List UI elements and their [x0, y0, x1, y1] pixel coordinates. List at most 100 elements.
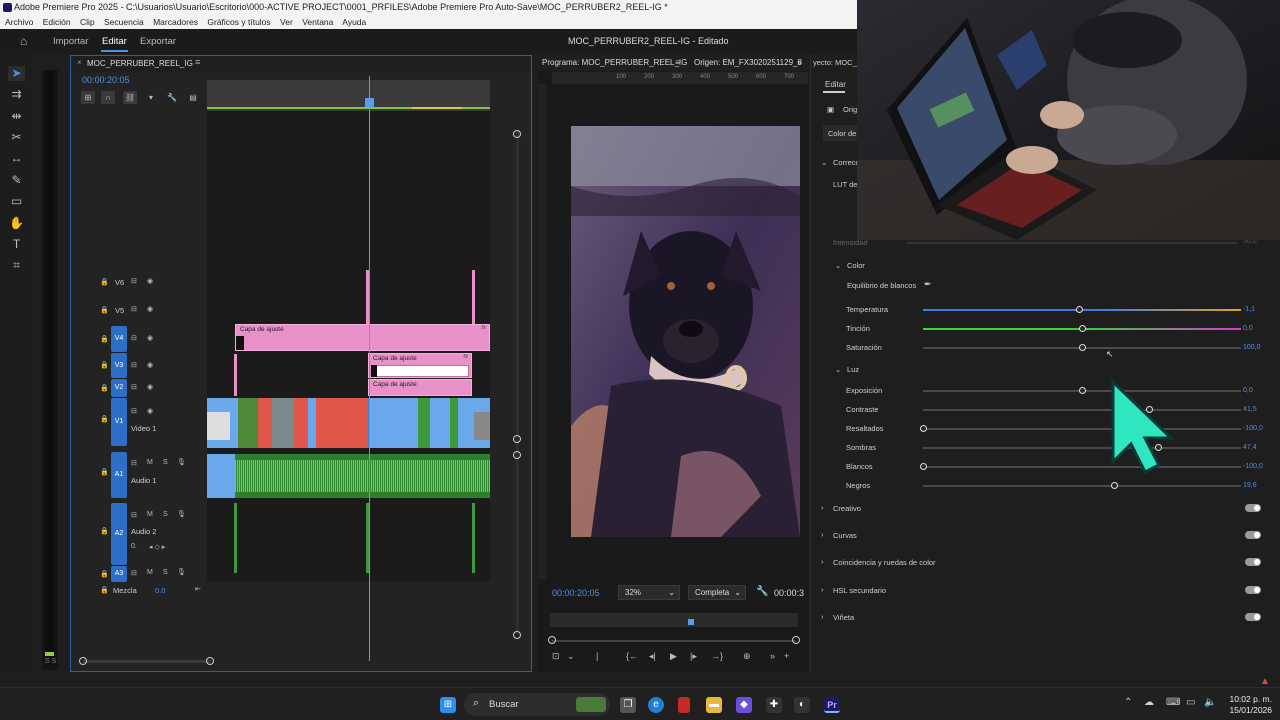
- lock-icon[interactable]: 🔒: [100, 306, 109, 314]
- hand-tool-icon[interactable]: ✋: [8, 216, 25, 231]
- video-clip[interactable]: [458, 398, 474, 448]
- video-clip[interactable]: [368, 398, 418, 448]
- slider-value[interactable]: 100,0: [1243, 344, 1261, 351]
- scroll-handle-mid2[interactable]: [513, 451, 521, 459]
- captions-tool-icon[interactable]: ⌗: [8, 258, 25, 273]
- slider-value[interactable]: 0,0: [1243, 325, 1253, 332]
- wrench-icon[interactable]: 🔧: [165, 91, 179, 104]
- premiere-taskbar-icon[interactable]: Pr: [824, 697, 840, 713]
- section-vineta[interactable]: Viñeta: [833, 613, 854, 622]
- slider-value[interactable]: 47,4: [1243, 444, 1257, 451]
- lock-icon[interactable]: 🔒: [100, 570, 109, 578]
- taskbar-search[interactable]: ⌕ Buscar: [464, 693, 610, 716]
- menu-edicion[interactable]: Edición: [43, 17, 71, 27]
- taskbar-clock[interactable]: 10:02 p. m. 15/01/2026: [1229, 694, 1272, 716]
- audio-clip-a1[interactable]: [235, 454, 490, 498]
- slider-value[interactable]: -100,0: [1243, 463, 1263, 470]
- step-back-icon[interactable]: ◂|: [649, 651, 656, 662]
- tab-importar[interactable]: Importar: [53, 36, 88, 47]
- captions-icon[interactable]: ▤: [186, 91, 200, 104]
- video-clip[interactable]: [258, 398, 272, 448]
- gaming-app-icon[interactable]: ◆: [736, 697, 752, 713]
- selection-tool-icon[interactable]: ➤: [8, 66, 25, 81]
- slider-track[interactable]: [923, 485, 1241, 487]
- menu-ventana[interactable]: Ventana: [302, 17, 333, 27]
- mute-button[interactable]: M: [147, 511, 153, 518]
- light-subsection[interactable]: Luz: [847, 365, 859, 374]
- zoom-handle-right[interactable]: [792, 636, 800, 644]
- video-clip[interactable]: [450, 398, 458, 448]
- section-toggle[interactable]: [1245, 504, 1261, 512]
- go-to-in-icon[interactable]: {←: [626, 651, 638, 661]
- chevron-down-icon[interactable]: ⌄: [835, 365, 841, 374]
- sync-lock-icon[interactable]: ⊟: [131, 334, 137, 342]
- lock-icon[interactable]: 🔒: [100, 361, 109, 369]
- panel-menu-icon[interactable]: ≡: [195, 57, 200, 67]
- program-timecode[interactable]: 00:00:20:05: [552, 588, 600, 598]
- eye-icon[interactable]: ◉: [147, 361, 153, 369]
- section-toggle[interactable]: [1245, 586, 1261, 594]
- eye-icon[interactable]: ◉: [147, 383, 153, 391]
- clip-marker-v2[interactable]: [234, 354, 237, 396]
- eye-icon[interactable]: ◉: [147, 334, 153, 342]
- tab-programa[interactable]: Programa: MOC_PERRUBER_REEL_IG: [542, 58, 687, 67]
- sequence-tab[interactable]: MOC_PERRUBER_REEL_IG: [87, 59, 193, 68]
- sync-lock-icon[interactable]: ⊟: [131, 459, 137, 467]
- menu-marcadores[interactable]: Marcadores: [153, 17, 198, 27]
- video-clip[interactable]: [294, 398, 308, 448]
- horizontal-scrollbar[interactable]: [83, 660, 211, 663]
- track-target-v3[interactable]: V3: [111, 353, 127, 378]
- add-marker-icon[interactable]: ▾: [144, 91, 158, 104]
- playhead-handle[interactable]: [365, 98, 374, 107]
- menu-archivo[interactable]: Archivo: [5, 17, 33, 27]
- sync-lock-icon[interactable]: ⊟: [131, 361, 137, 369]
- chevron-right-icon[interactable]: ›: [821, 585, 824, 594]
- panel-menu-icon[interactable]: ≡: [675, 58, 680, 67]
- zoom-dropdown[interactable]: 32% ⌄: [618, 585, 680, 600]
- close-icon[interactable]: ×: [77, 58, 82, 67]
- playhead[interactable]: [369, 76, 370, 661]
- mix-value[interactable]: 0.0: [155, 586, 165, 595]
- slider-knob[interactable]: [1079, 325, 1086, 332]
- export-frame-icon[interactable]: ⊕: [743, 651, 751, 662]
- tab-editar[interactable]: Editar: [102, 36, 127, 47]
- volume-icon[interactable]: 🔈: [1204, 697, 1216, 708]
- section-creativo[interactable]: Creativo: [833, 504, 861, 513]
- video-clip[interactable]: [272, 398, 294, 448]
- sync-lock-icon[interactable]: ⊟: [131, 511, 137, 519]
- vertical-scrollbar[interactable]: [516, 131, 519, 631]
- video-clip[interactable]: [418, 398, 430, 448]
- video-clip[interactable]: [238, 398, 258, 448]
- more-controls-icon[interactable]: »: [770, 651, 775, 661]
- slider-knob[interactable]: [920, 425, 927, 432]
- chevron-right-icon[interactable]: ›: [821, 612, 824, 621]
- slider-knob[interactable]: [1110, 482, 1118, 489]
- wrench-icon[interactable]: 🔧: [756, 586, 768, 597]
- menu-clip[interactable]: Clip: [80, 17, 95, 27]
- menu-secuencia[interactable]: Secuencia: [104, 17, 144, 27]
- lock-icon[interactable]: 🔒: [100, 527, 109, 535]
- program-zoom-bar[interactable]: [552, 640, 796, 642]
- zoom-handle-right[interactable]: [206, 657, 214, 665]
- slider-value[interactable]: -1,1: [1243, 306, 1255, 313]
- volume-knob-icon[interactable]: 0.: [131, 543, 137, 550]
- video-track-v1-clips[interactable]: [207, 398, 490, 448]
- quality-dropdown[interactable]: Completa ⌄: [688, 585, 746, 600]
- track-target-v1[interactable]: V1: [111, 398, 127, 446]
- adjustment-clip-v3[interactable]: Capa de ajuste fx: [368, 353, 472, 378]
- section-curvas[interactable]: Curvas: [833, 531, 857, 540]
- adjustment-clip-v2[interactable]: Capa de ajuste: [368, 379, 472, 396]
- track-target-a3[interactable]: A3: [111, 566, 127, 582]
- basic-correction-section[interactable]: Correcc: [833, 158, 859, 167]
- track-area[interactable]: Capa de ajuste fx Capa de ajuste fx Capa…: [207, 111, 490, 581]
- razor-tool-icon[interactable]: ✂: [8, 130, 25, 145]
- audio-clip-linked[interactable]: [207, 454, 235, 498]
- chevron-right-icon[interactable]: ›: [821, 503, 824, 512]
- audio-clip-a2c[interactable]: [472, 503, 475, 573]
- slider-knob[interactable]: [1079, 344, 1086, 351]
- pen-tool-icon[interactable]: ✎: [8, 173, 25, 188]
- solo-button[interactable]: S: [163, 459, 168, 466]
- play-icon[interactable]: ▶: [670, 651, 677, 662]
- menu-graficos[interactable]: Gráficos y títulos: [207, 17, 270, 27]
- slip-tool-icon[interactable]: ↔: [8, 151, 25, 166]
